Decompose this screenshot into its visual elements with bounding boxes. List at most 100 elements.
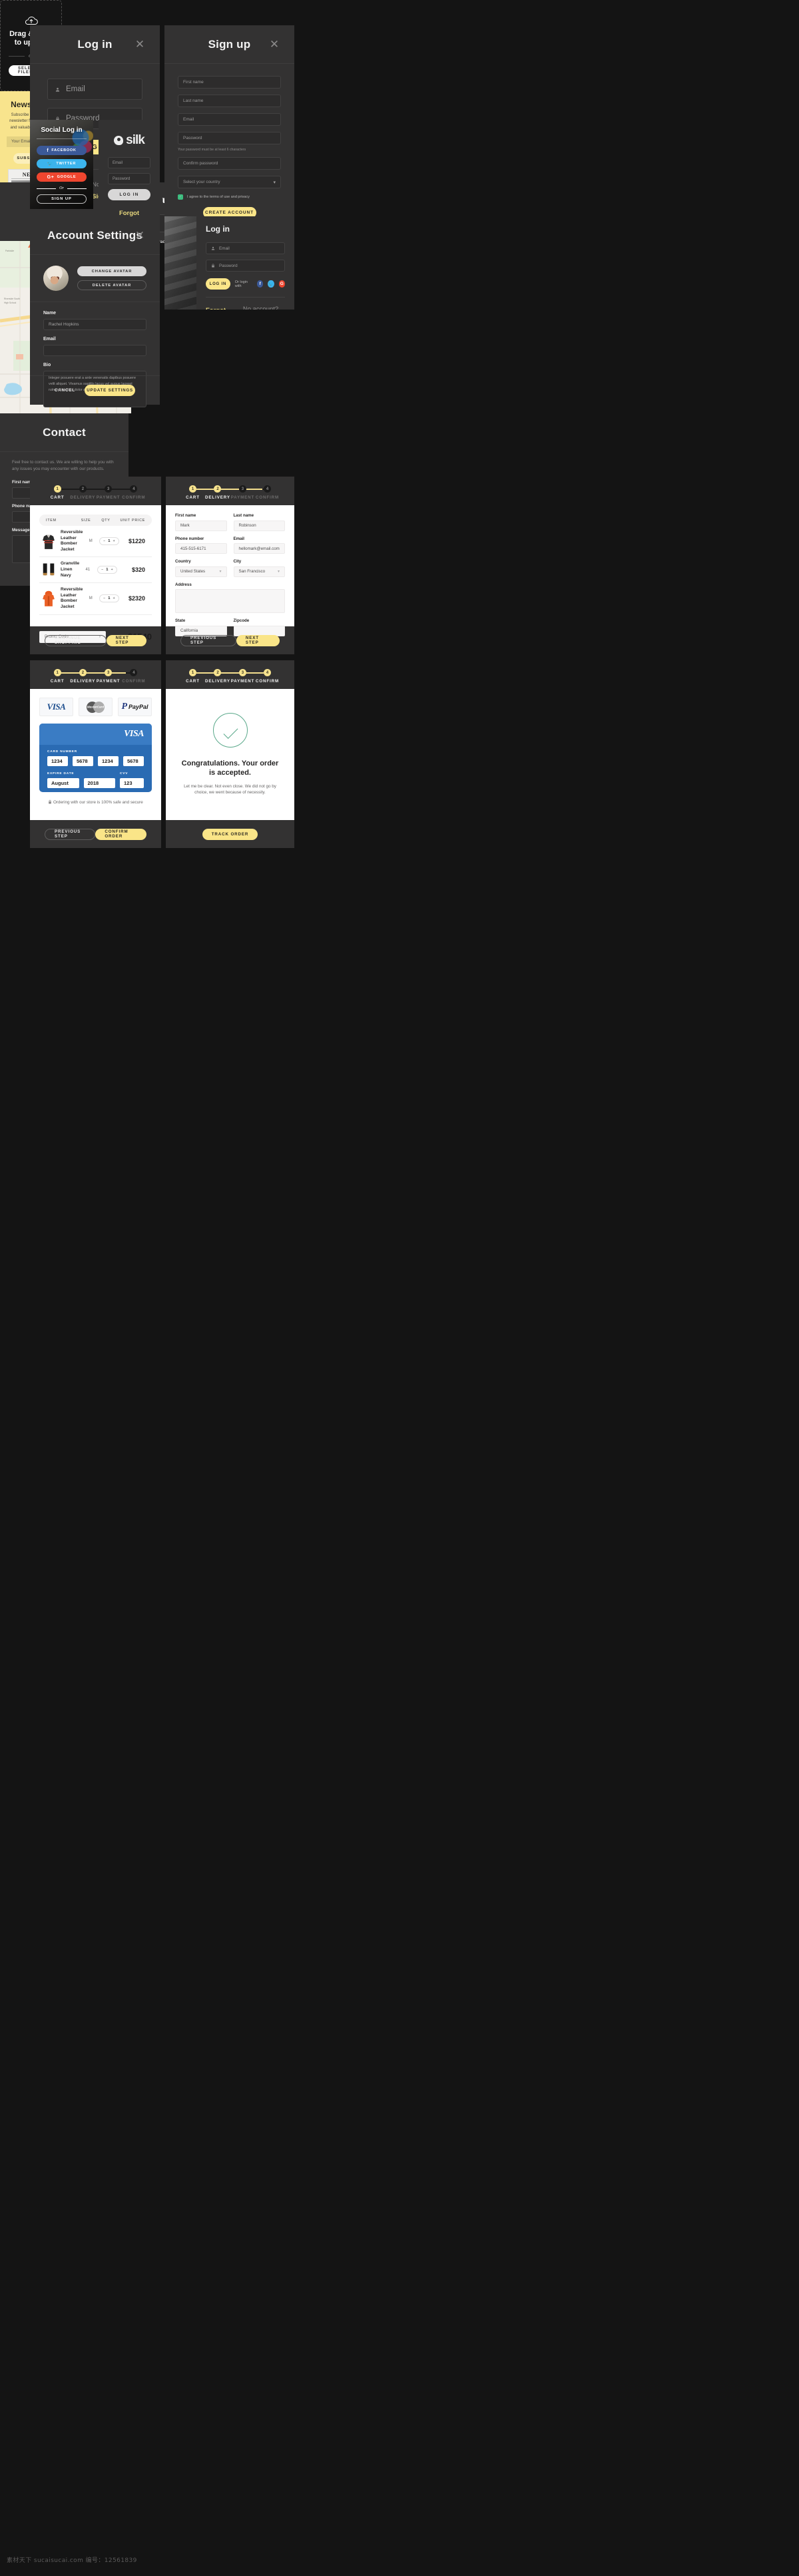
close-icon[interactable]: ✕ [269, 39, 280, 50]
twitter-icon[interactable]: 🐦 [268, 280, 274, 288]
decrement-button[interactable]: − [101, 568, 103, 572]
update-settings-button[interactable]: UPDATE SETTINGS [85, 385, 136, 396]
terms-label: I agree to the terms of use and privacy [187, 195, 250, 199]
step-cart[interactable]: 1 CART [45, 669, 70, 684]
password-field[interactable]: Password [206, 260, 285, 272]
signup-button[interactable]: SIGN UP [37, 194, 87, 204]
continue-shopping-button[interactable]: CONTINUE SHOPPING [45, 634, 107, 646]
checkbox-checked-icon[interactable]: ✓ [178, 194, 183, 200]
next-step-button[interactable]: NEXT STEP [106, 634, 146, 646]
facebook-icon[interactable]: f [256, 280, 264, 288]
email-field[interactable]: hellomark@email.com [233, 543, 285, 554]
close-icon[interactable]: ✕ [134, 39, 145, 50]
name-label: Name [43, 311, 57, 316]
payment-method-mastercard[interactable]: MasterCard [79, 698, 113, 716]
forgot-password-link[interactable]: Forgot password? [206, 307, 243, 310]
first-name-field[interactable]: First name [178, 76, 281, 89]
paypal-p-icon: P [121, 702, 128, 712]
payment-method-paypal[interactable]: P PayPal [118, 698, 152, 716]
login-button[interactable]: LOG IN [108, 189, 150, 200]
track-order-button[interactable]: TRACK ORDER [202, 828, 258, 840]
expire-month-field[interactable]: August [47, 778, 79, 788]
visa-logo: VISA [47, 702, 66, 712]
credit-card-form: VISA CARD NUMBER 1234 5678 1234 5678 EXP… [39, 724, 152, 792]
password-field[interactable]: Password [178, 132, 281, 144]
card-number-group-1[interactable]: 1234 [47, 756, 68, 766]
change-avatar-button[interactable]: CHANGE AVATAR [77, 266, 146, 276]
decrement-button[interactable]: − [103, 539, 105, 543]
next-step-button[interactable]: NEXT STEP [236, 634, 280, 646]
phone-field[interactable]: 415-515-6171 [175, 543, 227, 554]
google-plus-icon[interactable]: G [278, 280, 285, 288]
address-field[interactable] [175, 589, 285, 613]
previous-step-button[interactable]: PREVIOUS STEP [45, 828, 96, 840]
increment-button[interactable]: + [113, 539, 115, 543]
email-field[interactable]: Email [206, 242, 285, 254]
email-field[interactable] [43, 345, 146, 356]
terms-checkbox-row[interactable]: ✓ I agree to the terms of use and privac… [178, 194, 281, 200]
step-confirm[interactable]: 4 CONFIRM [255, 669, 280, 684]
confirm-password-field[interactable]: Confirm password [178, 157, 281, 170]
quantity-stepper[interactable]: − 1 + [99, 537, 119, 546]
login-button[interactable]: LOG IN [206, 278, 230, 290]
step-cart[interactable]: 1 CART [180, 669, 205, 684]
or-label: Or [59, 186, 64, 190]
decrement-button[interactable]: − [103, 596, 105, 600]
login-modal-header: Log in ✕ [30, 25, 160, 64]
step-payment[interactable]: 3 PAYMENT [96, 669, 121, 684]
product-size: M [89, 596, 93, 601]
last-name-field[interactable]: Robinson [233, 520, 285, 531]
step-cart[interactable]: 1 CART [45, 485, 70, 500]
step-cart[interactable]: 1 CART [180, 485, 205, 500]
google-button[interactable]: G+ GOOGLE [37, 172, 87, 182]
step-delivery[interactable]: 2 DELIVERY [70, 669, 95, 684]
password-field[interactable]: Password [108, 173, 150, 184]
divider [37, 138, 87, 139]
cvv-field[interactable]: 123 [120, 778, 144, 788]
page-title: Contact [43, 425, 86, 439]
svg-text:Parkside: Parkside [5, 250, 14, 252]
email-field[interactable]: Email [178, 113, 281, 126]
card-number-group-2[interactable]: 5678 [73, 756, 93, 766]
email-placeholder: Email [219, 246, 230, 251]
previous-step-button[interactable]: PREVIOUS STEP [180, 634, 236, 646]
increment-button[interactable]: + [111, 568, 113, 572]
product-name: Reversible Leather Bomber Jacket [61, 530, 83, 552]
step-confirm[interactable]: 4 CONFIRM [121, 669, 146, 684]
email-field[interactable]: Email [108, 157, 150, 168]
delete-avatar-button[interactable]: DELETE AVATAR [77, 280, 146, 290]
close-icon[interactable]: ✕ [134, 230, 145, 241]
step-label: CONFIRM [255, 679, 280, 684]
city-select[interactable]: San Francisco ▾ [233, 566, 285, 577]
email-field[interactable]: Email [47, 79, 142, 100]
facebook-button[interactable]: f FACEBOOK [37, 146, 87, 155]
step-confirm[interactable]: 4 CONFIRM [255, 485, 280, 500]
card-number-group-3[interactable]: 1234 [98, 756, 119, 766]
name-field[interactable]: Rachel Hopkins [43, 319, 146, 330]
step-number: 1 [189, 485, 197, 493]
column-qty: QTY [101, 518, 111, 523]
step-payment[interactable]: 3 PAYMENT [230, 485, 255, 500]
step-payment[interactable]: 3 PAYMENT [230, 669, 255, 684]
first-name-field[interactable]: Mark [175, 520, 227, 531]
step-delivery[interactable]: 2 DELIVERY [205, 485, 230, 500]
increment-button[interactable]: + [113, 596, 115, 600]
step-payment[interactable]: 3 PAYMENT [96, 485, 121, 500]
column-item: ITEM [46, 518, 57, 523]
card-number-group-4[interactable]: 5678 [123, 756, 144, 766]
country-value: United States [180, 569, 206, 574]
twitter-button[interactable]: 🐦 TWITTER [37, 159, 87, 168]
step-delivery[interactable]: 2 DELIVERY [70, 485, 95, 500]
country-select[interactable]: Select your country ▾ [178, 176, 281, 188]
step-confirm[interactable]: 4 CONFIRM [121, 485, 146, 500]
cancel-button[interactable]: CANCEL [55, 388, 75, 393]
step-label: CART [50, 679, 65, 684]
confirm-order-button[interactable]: CONFIRM ORDER [95, 828, 146, 840]
quantity-stepper[interactable]: − 1 + [97, 566, 117, 574]
quantity-stepper[interactable]: − 1 + [99, 594, 119, 603]
country-select[interactable]: United States ▾ [175, 566, 227, 577]
payment-method-visa[interactable]: VISA [39, 698, 73, 716]
last-name-field[interactable]: Last name [178, 95, 281, 107]
expire-year-field[interactable]: 2018 [83, 778, 115, 788]
step-delivery[interactable]: 2 DELIVERY [205, 669, 230, 684]
